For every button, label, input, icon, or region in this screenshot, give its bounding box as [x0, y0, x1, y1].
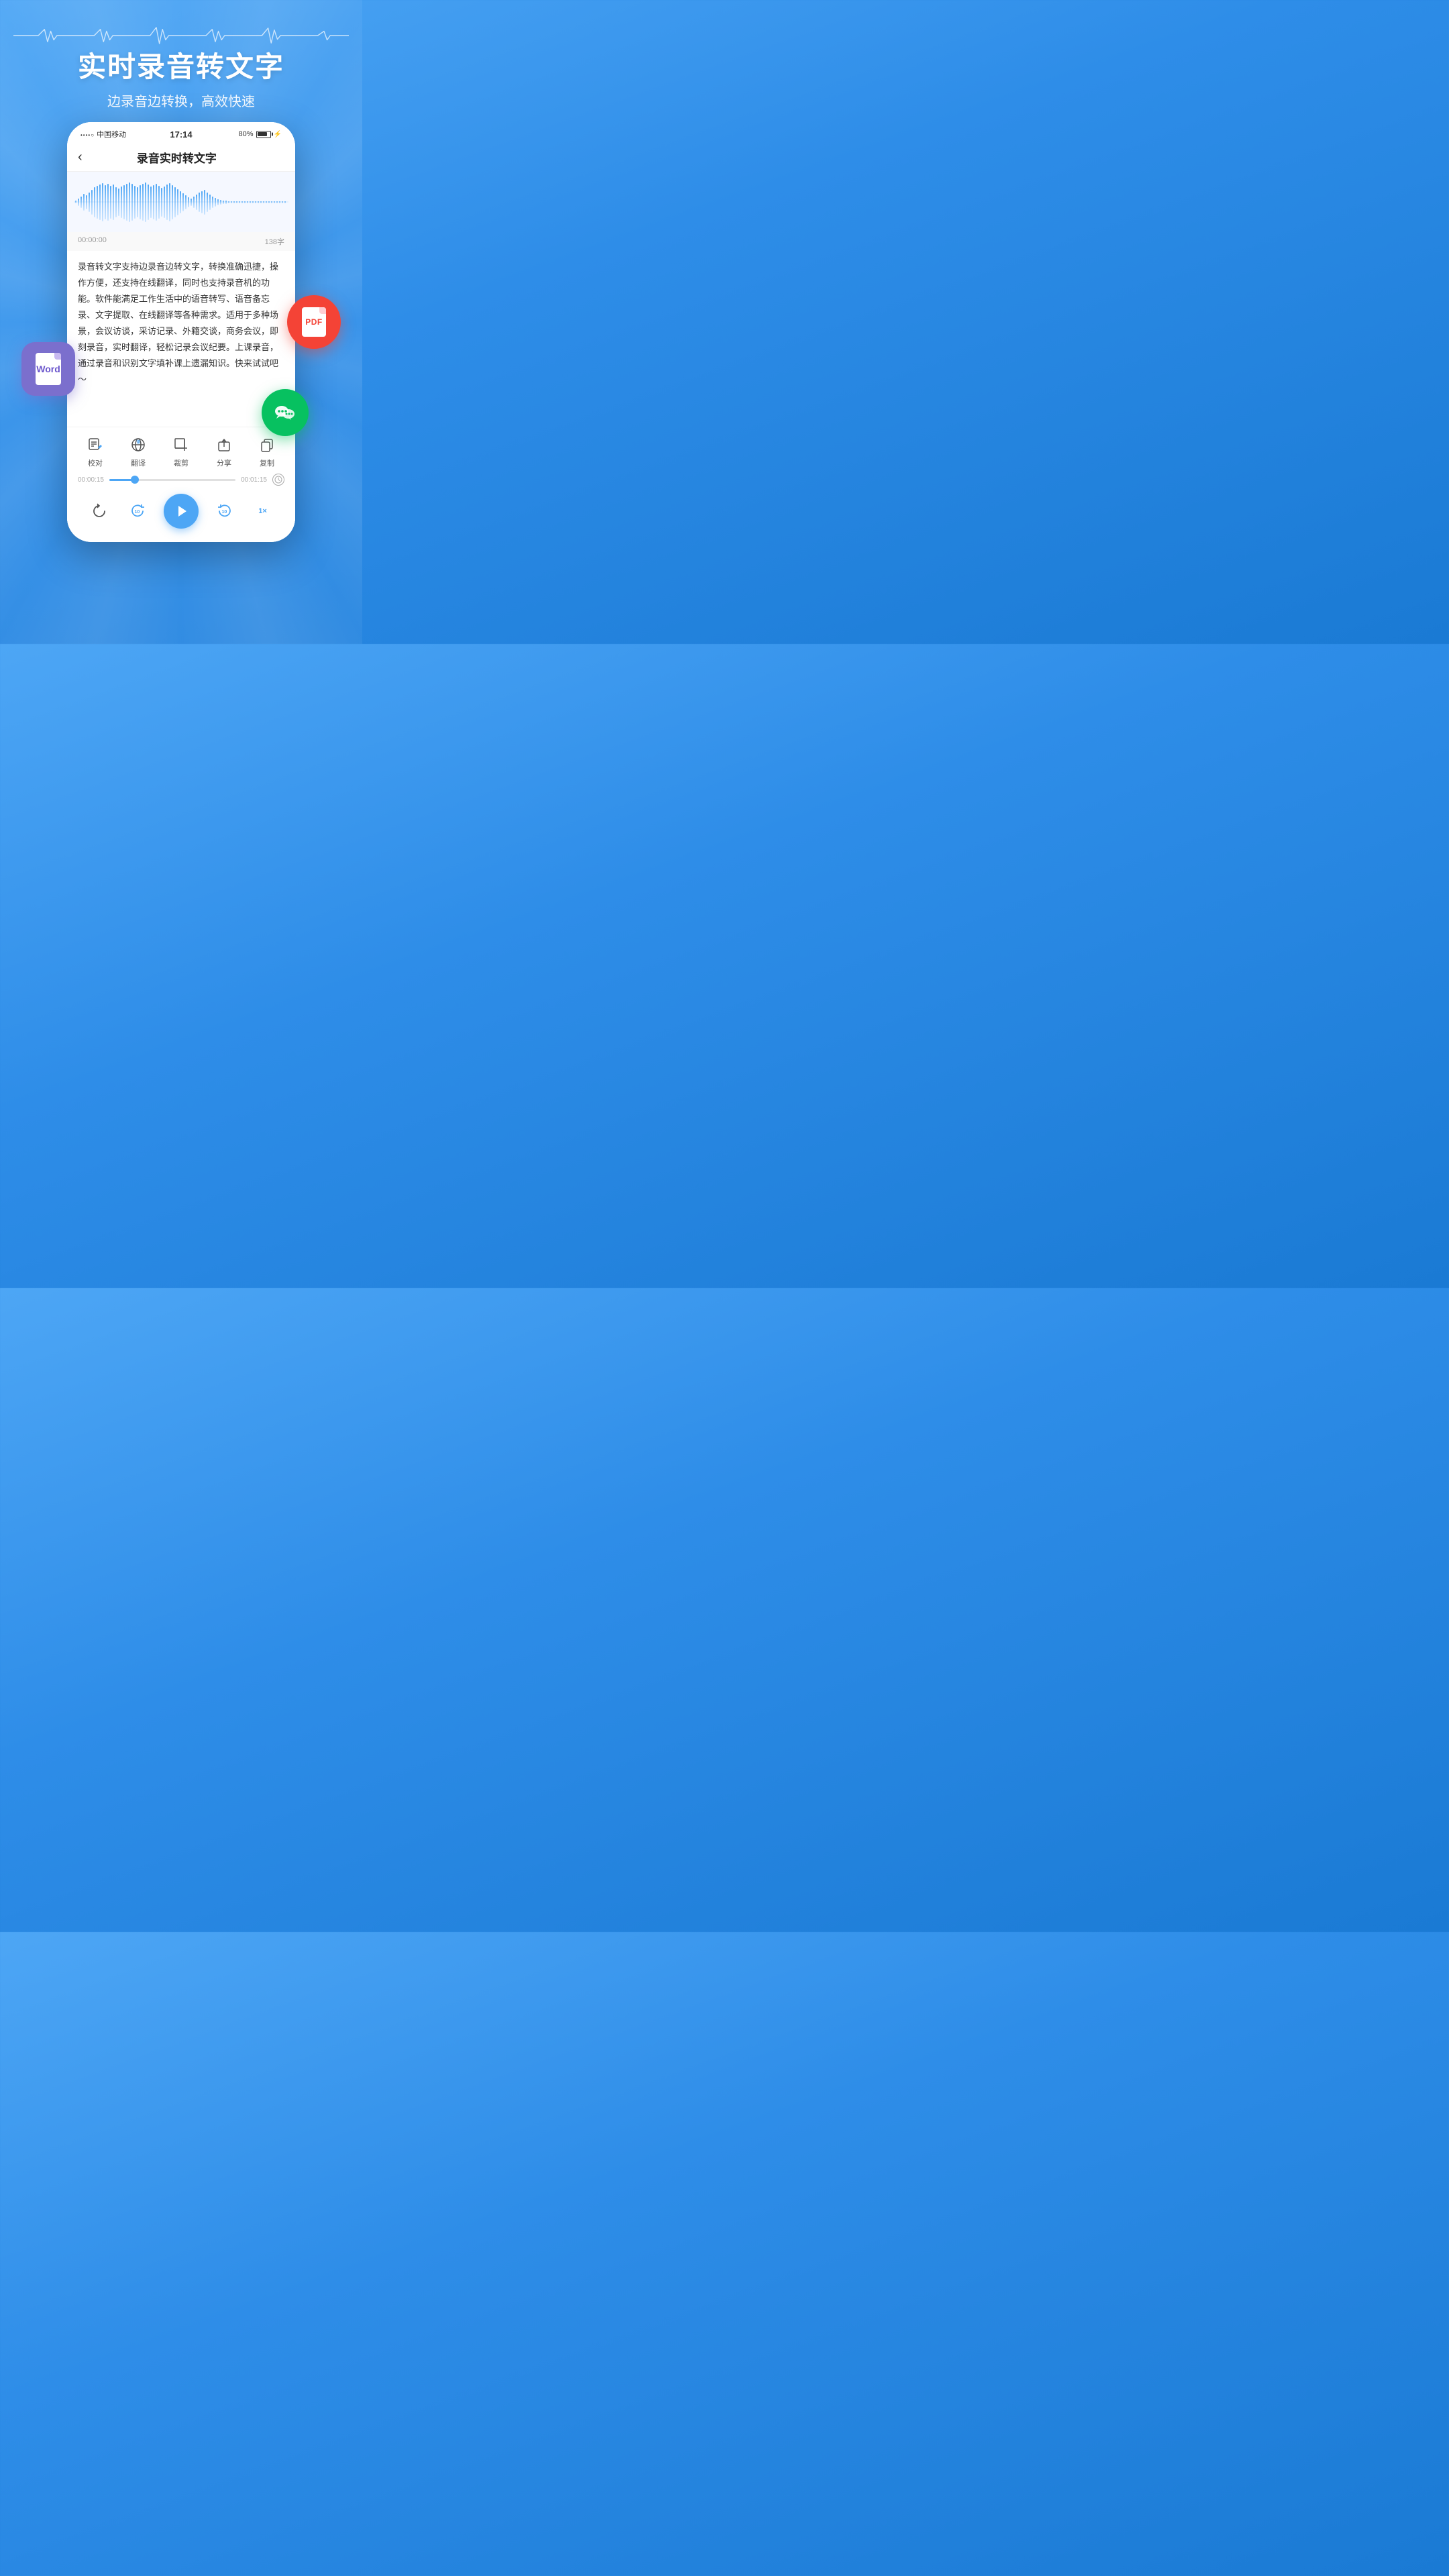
- svg-text:10: 10: [221, 510, 227, 515]
- progress-area: 00:00:15 00:01:15: [67, 468, 295, 488]
- status-right: 80% ⚡: [239, 130, 282, 138]
- text-content: 录音转文字支持边录音边转文字，转换准确迅捷，操作方便，还支持在线翻译，同时也支持…: [67, 251, 295, 393]
- back10-icon: 10: [125, 499, 150, 523]
- toolbar-item-edit[interactable]: 校对: [85, 434, 106, 468]
- float-pdf-badge[interactable]: PDF: [287, 295, 341, 349]
- sub-title: 边录音边转换，高效快速: [0, 91, 362, 110]
- progress-total: 00:01:15: [241, 476, 267, 484]
- edit-icon: [85, 434, 106, 455]
- carrier-name: 中国移动: [97, 131, 126, 139]
- bottom-toolbar: 校对 译 翻译: [67, 427, 295, 542]
- clock-icon: [272, 474, 284, 486]
- crop-icon: [170, 434, 192, 455]
- header: 实时录音转文字 边录音边转换，高效快速: [0, 0, 362, 110]
- toolbar-label-translate: 翻译: [131, 458, 146, 468]
- replay-icon: [87, 499, 111, 523]
- float-wechat-badge[interactable]: [262, 389, 309, 436]
- battery-icon: [256, 131, 271, 138]
- replay-button[interactable]: [87, 499, 111, 523]
- waveform-area: [67, 172, 295, 232]
- progress-current: 00:00:15: [78, 476, 104, 484]
- nav-bar: ‹ 录音实时转文字: [67, 144, 295, 172]
- char-count: 138字: [265, 236, 284, 247]
- status-bar: ••••○ 中国移动 17:14 80% ⚡: [67, 122, 295, 144]
- float-word-badge[interactable]: Word: [21, 342, 75, 396]
- word-doc-icon: Word: [36, 353, 61, 385]
- svg-text:译: 译: [136, 439, 141, 445]
- main-title: 实时录音转文字: [0, 44, 362, 85]
- wechat-icon: [271, 398, 299, 427]
- share-icon: [213, 434, 235, 455]
- signal-dots: ••••○: [80, 132, 95, 138]
- nav-title: 录音实时转文字: [83, 149, 271, 166]
- word-label: Word: [36, 364, 60, 374]
- toolbar-icons: 校对 译 翻译: [67, 434, 295, 468]
- copy-icon: [256, 434, 278, 455]
- toolbar-item-translate[interactable]: 译 翻译: [127, 434, 149, 468]
- phone-mockup: ••••○ 中国移动 17:14 80% ⚡ ‹ 录音实时转文字: [67, 122, 295, 542]
- back10-button[interactable]: 10: [125, 499, 150, 523]
- battery-fill: [258, 132, 267, 136]
- timer-start: 00:00:00: [78, 236, 107, 247]
- status-carrier: ••••○ 中国移动: [80, 129, 126, 140]
- spacer: [67, 393, 295, 427]
- svg-text:10: 10: [135, 510, 140, 515]
- toolbar-label-crop: 裁剪: [174, 458, 189, 468]
- translate-icon: 译: [127, 434, 149, 455]
- toolbar-item-crop[interactable]: 裁剪: [170, 434, 192, 468]
- waveform-svg: [74, 180, 288, 224]
- toolbar-label-edit: 校对: [88, 458, 103, 468]
- back-button[interactable]: ‹: [78, 150, 83, 165]
- forward10-icon: 10: [213, 499, 237, 523]
- pdf-label: PDF: [305, 317, 323, 327]
- play-icon: [173, 503, 189, 519]
- player-controls: 10 10: [67, 488, 295, 539]
- forward10-button[interactable]: 10: [213, 499, 237, 523]
- pdf-doc-icon: PDF: [302, 307, 326, 337]
- timer-row: 00:00:00 138字: [67, 232, 295, 251]
- progress-dot: [131, 476, 139, 484]
- lightning-icon: ⚡: [274, 131, 282, 138]
- toolbar-item-share[interactable]: 分享: [213, 434, 235, 468]
- progress-bar[interactable]: [109, 479, 235, 481]
- speed-icon: 1×: [251, 499, 275, 523]
- status-time: 17:14: [170, 129, 192, 140]
- toolbar-label-share: 分享: [217, 458, 231, 468]
- toolbar-item-copy[interactable]: 复制: [256, 434, 278, 468]
- play-button[interactable]: [164, 494, 199, 529]
- toolbar-label-copy: 复制: [260, 458, 274, 468]
- speed-button[interactable]: 1×: [251, 499, 275, 523]
- speed-label: 1×: [258, 507, 267, 515]
- battery-percent: 80%: [239, 130, 254, 138]
